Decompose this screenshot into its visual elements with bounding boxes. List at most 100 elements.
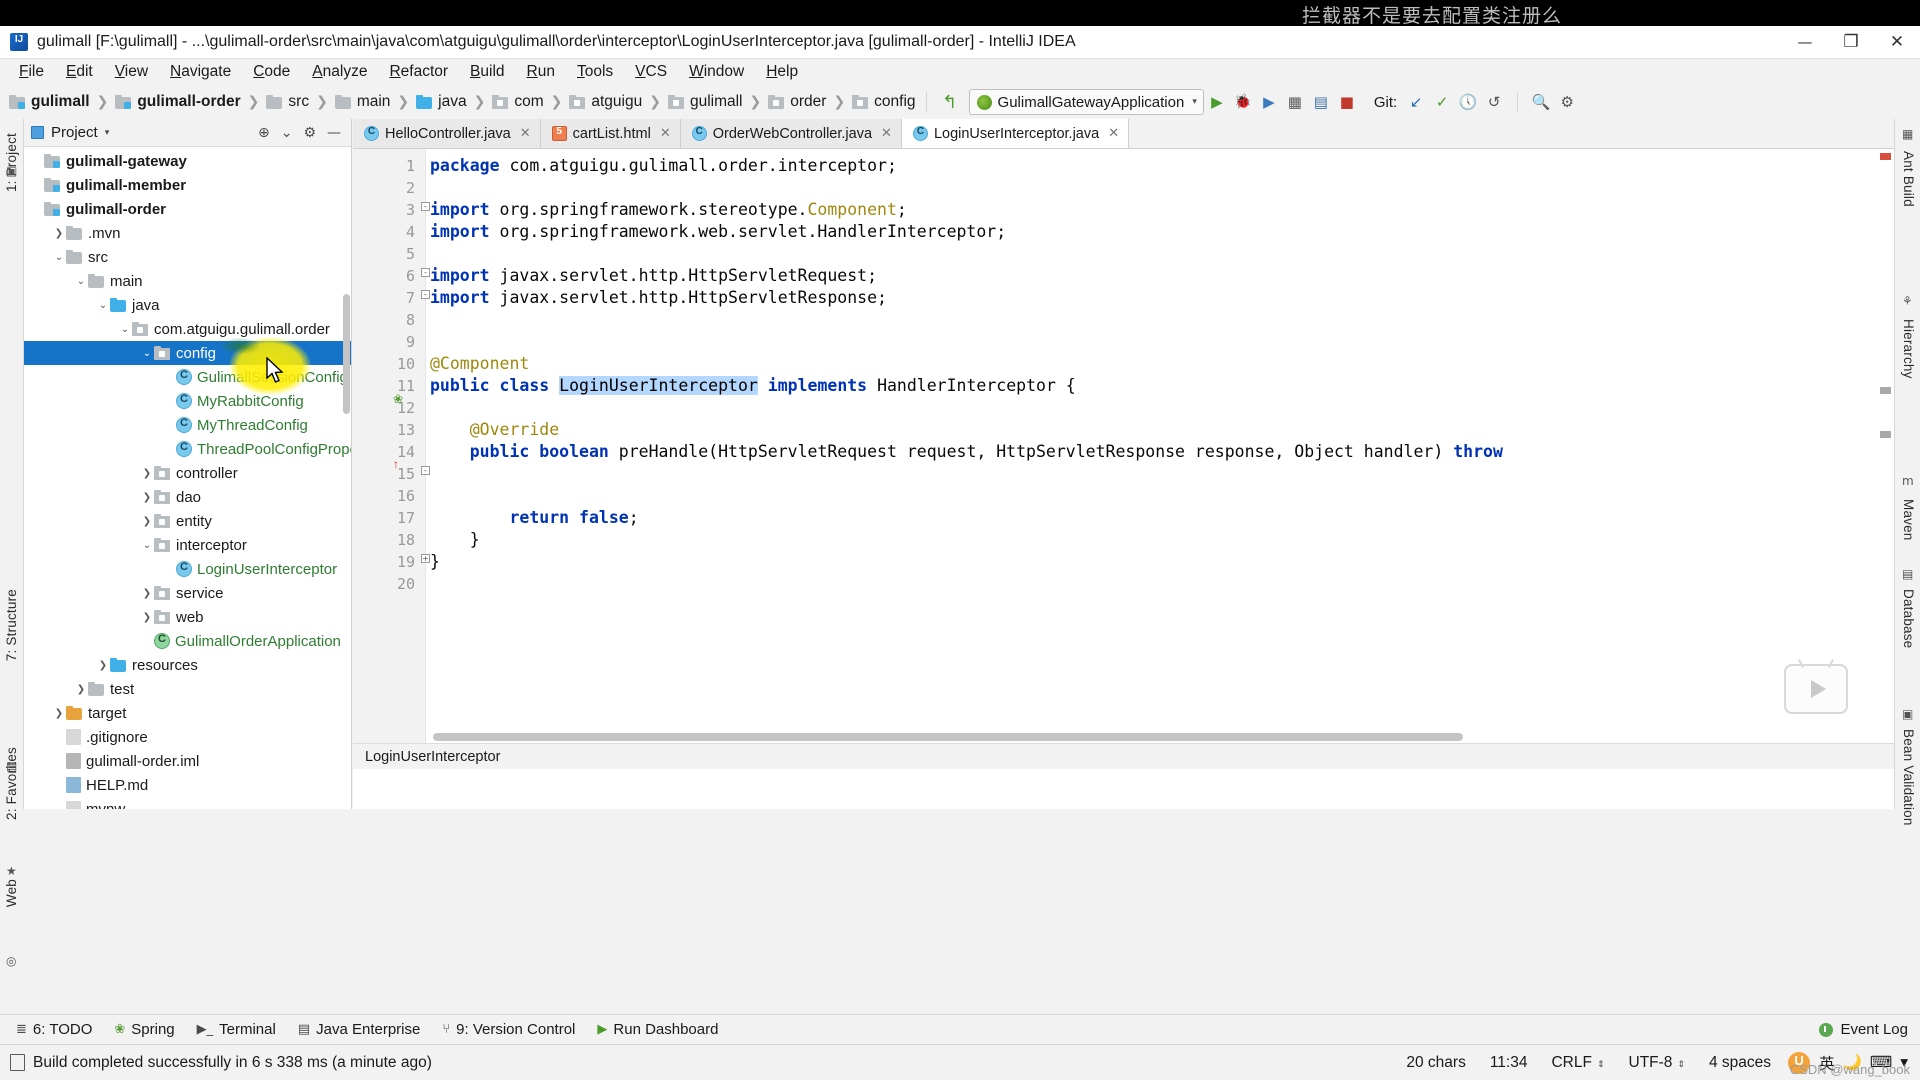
settings-icon[interactable]: ⚙ [1554,89,1580,115]
tool-strip-maven[interactable]: Maven [1901,499,1916,541]
menu-item-help[interactable]: Help [755,60,809,84]
spring-bean-gutter-icon[interactable]: ❀ [393,392,403,406]
tool-window-java-enterprise[interactable]: ▤ Java Enterprise [290,1021,435,1038]
chevron-right-icon[interactable]: ❯ [52,228,66,239]
close-icon[interactable]: ✕ [660,126,671,141]
override-gutter-icon[interactable]: ↑ [393,457,399,471]
tool-strip-icon[interactable]: ▤ [6,759,17,773]
tree-node-test[interactable]: ❯ test [24,677,351,701]
chevron-right-icon[interactable]: ❯ [140,612,154,623]
tree-node-main[interactable]: ⌄ main [24,269,351,293]
debug-button[interactable]: 🐞 [1230,89,1256,115]
tool-strip-hierarchy[interactable]: Hierarchy [1901,319,1916,379]
chevron-down-icon[interactable]: ▾ [105,128,110,138]
tree-node-gulimall-order-iml[interactable]: gulimall-order.iml [24,749,351,773]
tool-strip-icon[interactable]: ▣ [6,164,17,178]
tree-node-loginuserinterceptor[interactable]: LoginUserInterceptor [24,557,351,581]
tool-strip-icon[interactable]: ◎ [6,954,16,968]
tree-node-target[interactable]: ❯ target [24,701,351,725]
tree-node-gulimallsessionconfig[interactable]: GulimallSessionConfig [24,365,351,389]
tool-strip-database[interactable]: Database [1901,589,1916,648]
search-everywhere-icon[interactable]: 🔍 [1528,89,1554,115]
stop-button[interactable]: ■ [1334,89,1360,115]
menu-item-vcs[interactable]: VCS [624,60,678,84]
event-log-area[interactable]: Event Log [1819,1021,1920,1038]
run-configuration-selector[interactable]: GulimallGatewayApplication ▾ [968,89,1204,115]
menu-item-edit[interactable]: Edit [55,60,104,84]
chevron-down-icon[interactable]: ⌄ [52,252,66,263]
close-button[interactable]: ✕ [1874,26,1920,59]
tree-node-help-md[interactable]: HELP.md [24,773,351,797]
menu-item-build[interactable]: Build [459,60,515,84]
breadcrumb-item-main[interactable]: main [334,93,390,111]
editor-tab-hellocontroller-java[interactable]: HelloController.java ✕ [353,119,541,148]
menu-item-view[interactable]: View [104,60,159,84]
hide-icon[interactable]: — [327,125,341,141]
tool-strip-icon[interactable]: ★ [6,864,17,878]
minimize-button[interactable]: — [1782,26,1828,59]
status-cell-utf-8[interactable]: UTF-8 ⇕ [1617,1054,1697,1072]
chevron-down-icon[interactable]: ⌄ [140,540,154,551]
chevron-down-icon[interactable]: ⌄ [118,324,132,335]
close-icon[interactable]: ✕ [520,126,531,141]
history-icon[interactable]: 🕔 [1455,89,1481,115]
tree-node-com-atguigu-gulimall-order[interactable]: ⌄ com.atguigu.gulimall.order [24,317,351,341]
back-arrow-icon[interactable]: ↰ [937,89,963,115]
chevron-right-icon[interactable]: ❯ [140,492,154,503]
tree-node-gulimall-order[interactable]: gulimall-order [24,197,351,221]
fold-marker[interactable]: - [421,466,430,475]
code-content[interactable]: package com.atguigu.gulimall.order.inter… [426,149,1894,769]
chevron-updown-icon[interactable]: ⇕ [1677,1060,1685,1070]
tree-node-java[interactable]: ⌄ java [24,293,351,317]
tree-node-resources[interactable]: ❯ resources [24,653,351,677]
menu-item-file[interactable]: File [8,60,55,84]
breadcrumb-item-config[interactable]: config [852,93,916,111]
menu-item-tools[interactable]: Tools [566,60,624,84]
menu-item-run[interactable]: Run [516,60,566,84]
breadcrumb-item-gulimall-order[interactable]: gulimall-order [115,93,241,111]
close-icon[interactable]: ✕ [881,126,892,141]
tree-node-web[interactable]: ❯ web [24,605,351,629]
menu-item-refactor[interactable]: Refactor [378,60,459,84]
fold-marker[interactable]: - [421,202,430,211]
tree-node-service[interactable]: ❯ service [24,581,351,605]
chevron-right-icon[interactable]: ❯ [140,516,154,527]
tree-node-gulimall-member[interactable]: gulimall-member [24,173,351,197]
locate-icon[interactable]: ⊕ [258,125,270,141]
breadcrumb-item-order[interactable]: order [768,93,826,111]
breadcrumb-item-gulimall[interactable]: gulimall [9,93,90,111]
chevron-right-icon[interactable]: ❯ [52,708,66,719]
tool-window-6-todo[interactable]: ≣ 6: TODO [8,1021,106,1038]
editor-tab-orderwebcontroller-java[interactable]: OrderWebController.java ✕ [680,119,902,148]
tool-strip-bean-validation[interactable]: Bean Validation [1901,729,1916,826]
status-cell-20-chars[interactable]: 20 chars [1394,1054,1477,1072]
chevron-right-icon[interactable]: ❯ [74,684,88,695]
status-cell-11-34[interactable]: 11:34 [1478,1054,1540,1072]
tree-node-myrabbitconfig[interactable]: MyRabbitConfig [24,389,351,413]
tree-node-controller[interactable]: ❯ controller [24,461,351,485]
run-button[interactable]: ▶ [1204,89,1230,115]
close-icon[interactable]: ✕ [1108,126,1119,141]
build-button[interactable]: ▤ [1308,89,1334,115]
run-with-coverage-button[interactable]: ▶ [1256,89,1282,115]
tool-strip-web[interactable]: Web [4,879,19,907]
editor-tab-cartlist-html[interactable]: cartList.html ✕ [540,119,681,148]
fold-marker[interactable]: - [421,268,430,277]
tree-node-gulimallorderapplication[interactable]: GulimallOrderApplication [24,629,351,653]
chevron-updown-icon[interactable]: ⇕ [1597,1060,1605,1070]
breadcrumb-item-gulimall[interactable]: gulimall [667,93,743,111]
update-project-icon[interactable]: ↙ [1403,89,1429,115]
tool-strip-ant-build[interactable]: Ant Build [1901,151,1916,207]
tool-window-run-dashboard[interactable]: ▶ Run Dashboard [589,1021,732,1038]
status-cell-4-spaces[interactable]: 4 spaces [1697,1054,1783,1072]
tree-node-src[interactable]: ⌄ src [24,245,351,269]
tool-strip-icon[interactable]: m [1902,474,1914,488]
tool-window-9-version-control[interactable]: ⑂ 9: Version Control [434,1021,589,1038]
video-play-overlay[interactable] [1784,664,1848,714]
error-stripe-marker[interactable] [1880,153,1891,160]
status-cell-crlf[interactable]: CRLF ⇕ [1539,1054,1616,1072]
tool-strip-1-project[interactable]: 1: Project [4,133,19,192]
tree-node-entity[interactable]: ❯ entity [24,509,351,533]
chevron-right-icon[interactable]: ❯ [96,660,110,671]
editor-tab-loginuserinterceptor-java[interactable]: LoginUserInterceptor.java ✕ [901,119,1130,148]
